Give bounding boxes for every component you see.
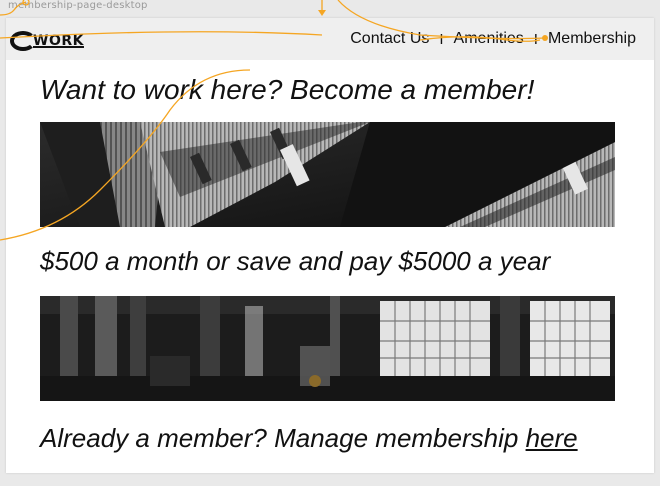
nav-link-contact-us[interactable]: Contact Us xyxy=(350,30,429,48)
page-headline: Want to work here? Become a member! xyxy=(40,74,535,105)
artboard: WORK Contact Us I Amenities I Membership… xyxy=(6,18,654,473)
logo-text: WORK xyxy=(33,33,84,49)
manage-membership-text: Already a member? Manage membership here xyxy=(40,423,578,454)
artboard-label: membership-page-desktop xyxy=(8,0,148,11)
office-interior-photo xyxy=(40,296,615,401)
navbar: WORK Contact Us I Amenities I Membership xyxy=(6,18,654,60)
nav-links: Contact Us I Amenities I Membership xyxy=(350,30,636,48)
pricing-text: $500 a month or save and pay $5000 a yea… xyxy=(40,246,551,276)
nav-link-membership[interactable]: Membership xyxy=(548,30,636,48)
building-facade-photo xyxy=(40,122,615,227)
nav-separator: I xyxy=(439,30,444,48)
building-facade-image xyxy=(40,122,615,227)
nav-link-amenities[interactable]: Amenities xyxy=(454,30,524,48)
nav-separator: I xyxy=(533,30,538,48)
manage-membership-prefix: Already a member? Manage membership xyxy=(40,423,526,453)
link-arrow-marker xyxy=(318,10,326,16)
manage-membership-link[interactable]: here xyxy=(526,423,578,453)
cowork-logo[interactable]: WORK xyxy=(10,29,84,53)
office-interior-image xyxy=(40,296,615,401)
